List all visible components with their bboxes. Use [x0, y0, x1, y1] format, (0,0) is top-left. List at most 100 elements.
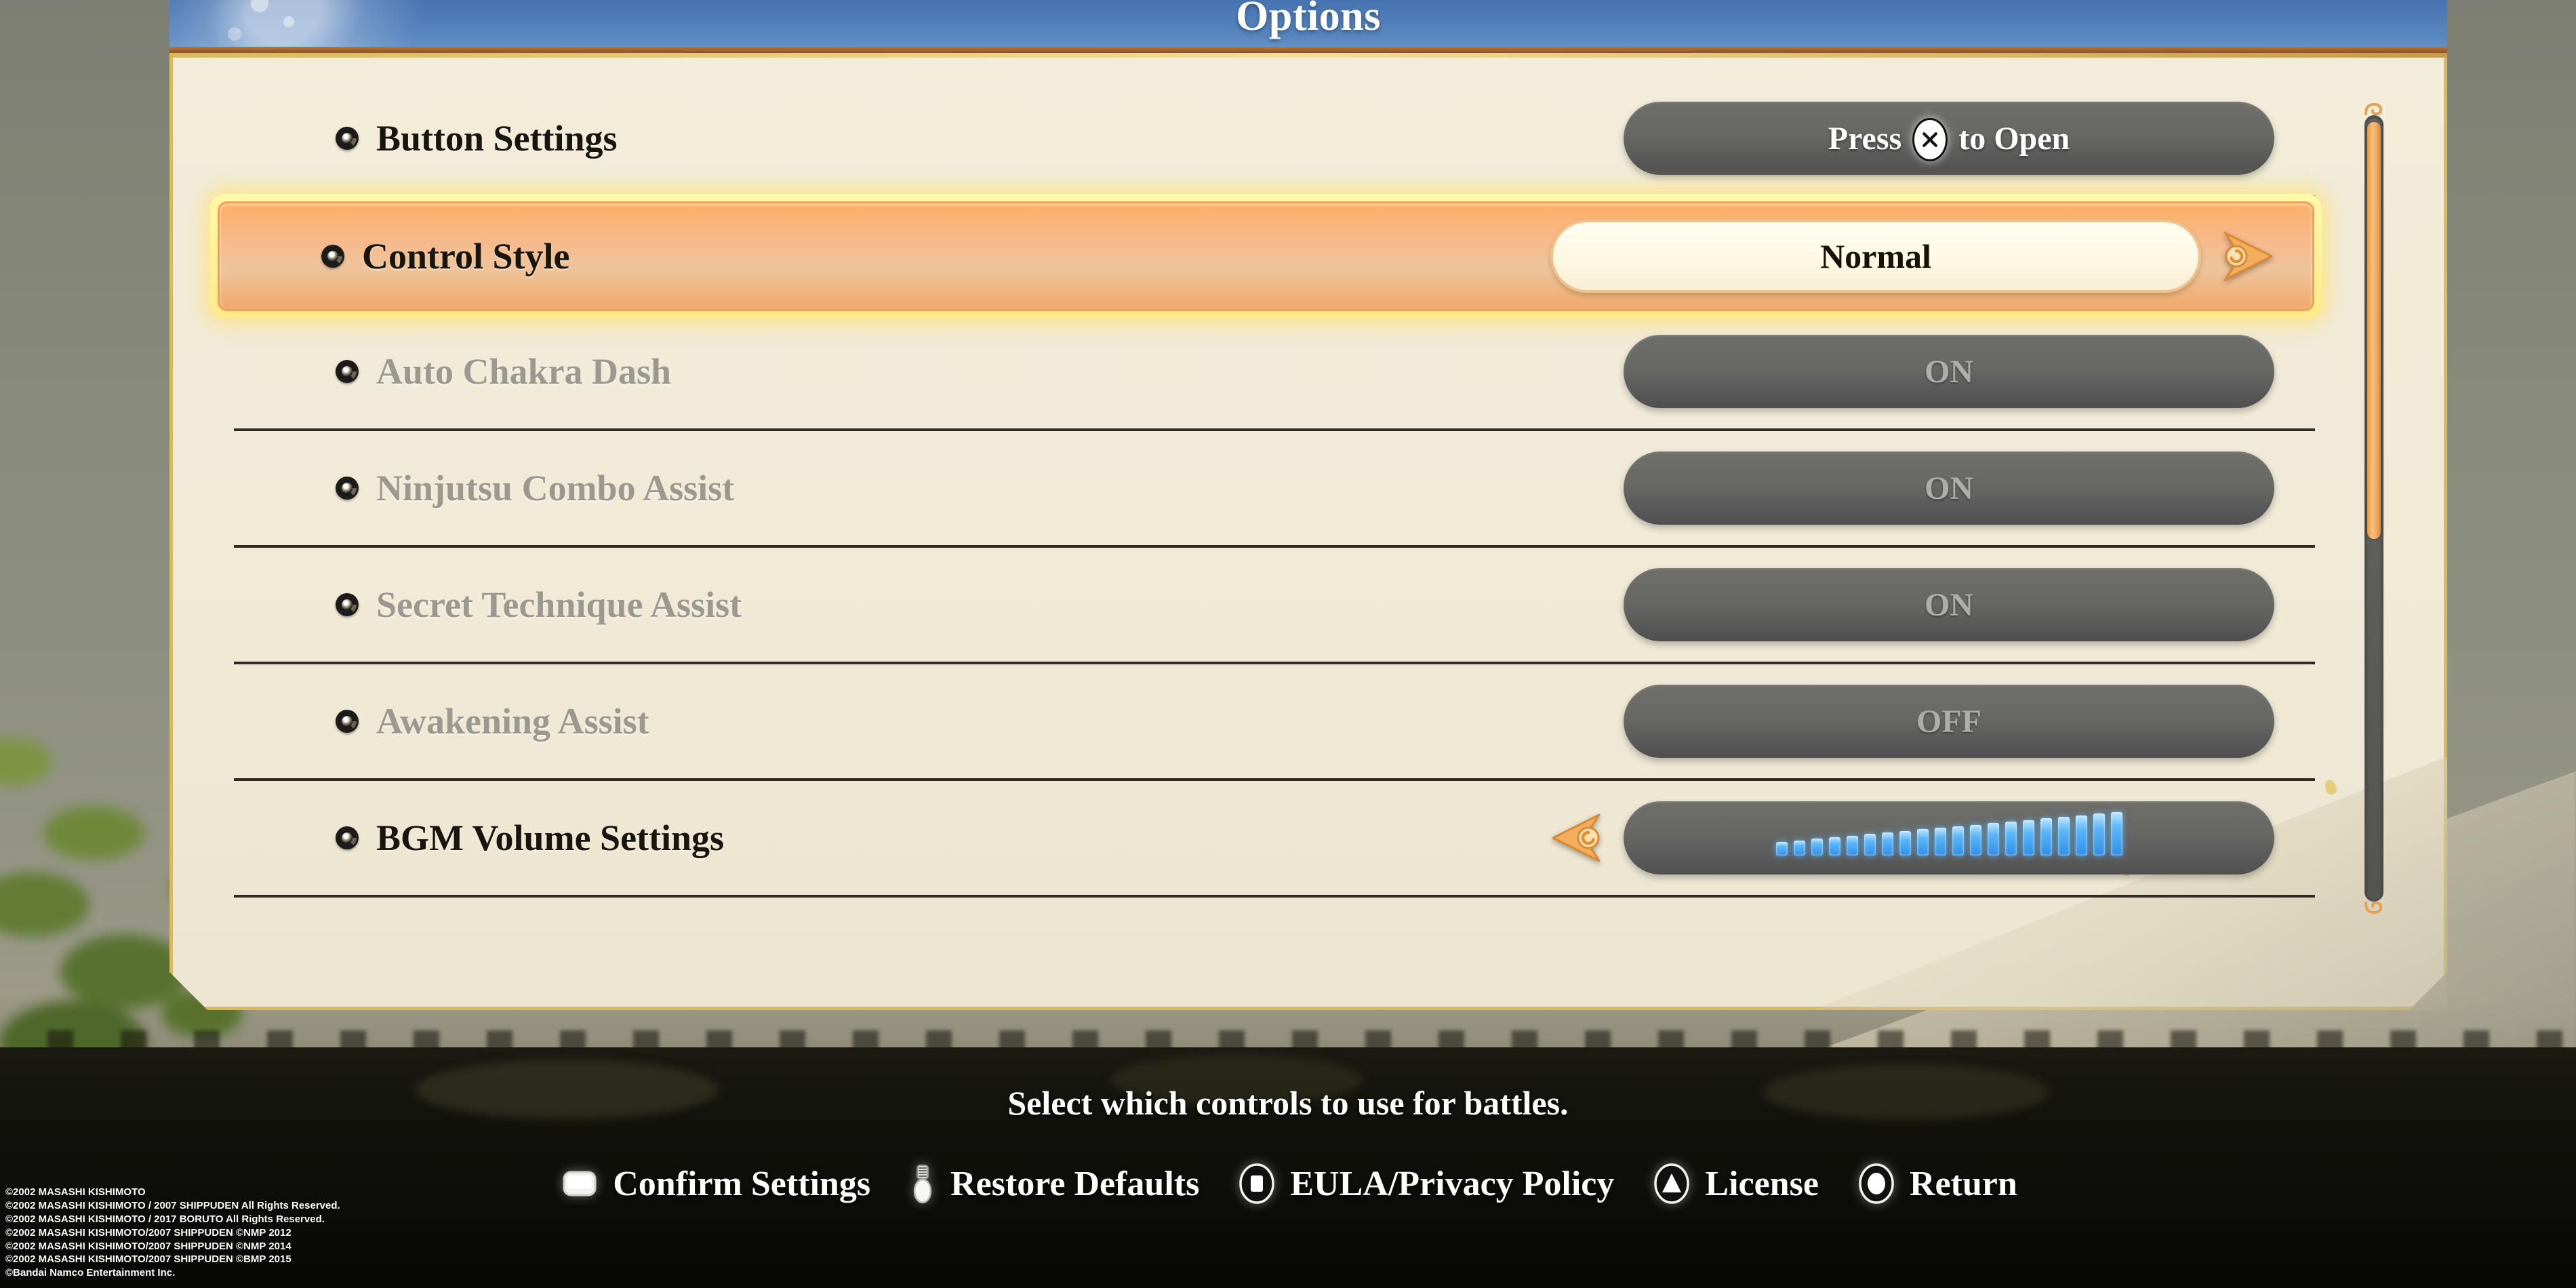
- option-label: Ninjutsu Combo Assist: [376, 468, 735, 508]
- volume-bar: [2005, 821, 2017, 856]
- shoulder-button-icon: [563, 1171, 597, 1196]
- volume-bar: [1793, 840, 1805, 856]
- option-label: Control Style: [362, 236, 570, 277]
- arrow-left-icon[interactable]: [1548, 807, 1606, 869]
- scrollbar[interactable]: [2360, 102, 2388, 914]
- copyright-line: ©2002 MASASHI KISHIMOTO/2007 SHIPPUDEN ©…: [5, 1226, 291, 1239]
- option-row-button-settings[interactable]: Button Settings Press to Open: [234, 81, 2315, 198]
- open-button-settings-button[interactable]: Press to Open: [1624, 102, 2274, 175]
- volume-bar: [1828, 837, 1840, 856]
- volume-bar: [1934, 828, 1946, 856]
- command-license[interactable]: License: [1651, 1163, 1819, 1205]
- option-label-group: Awakening Assist: [234, 700, 649, 742]
- spiral-bullet-icon: [336, 826, 359, 849]
- volume-bar: [1811, 839, 1823, 856]
- command-bar: Confirm Settings Restore Defaults EULA/P…: [0, 1163, 2576, 1205]
- copyright-line: ©2002 MASASHI KISHIMOTO / 2017 BORUTO Al…: [5, 1213, 325, 1226]
- square-button-icon: [1239, 1163, 1275, 1204]
- arrow-right-icon[interactable]: [2219, 225, 2277, 287]
- panel-title-bar: Options: [169, 0, 2447, 58]
- pill-label: Press to Open: [1828, 117, 2070, 161]
- volume-bar: [1987, 823, 1999, 856]
- volume-bar: [1916, 829, 1929, 856]
- auto-chakra-dash-toggle[interactable]: ON: [1624, 335, 2274, 408]
- option-label: Secret Technique Assist: [376, 584, 742, 625]
- volume-bar: [1899, 830, 1911, 856]
- command-restore-defaults[interactable]: Restore Defaults: [907, 1163, 1199, 1205]
- option-control[interactable]: OFF: [1624, 685, 2274, 758]
- selection-highlight: Control Style Normal: [210, 194, 2322, 319]
- command-return[interactable]: Return: [1855, 1163, 2017, 1205]
- command-confirm-settings[interactable]: Confirm Settings: [559, 1163, 870, 1205]
- command-eula-privacy-policy[interactable]: EULA/Privacy Policy: [1236, 1163, 1614, 1205]
- option-control[interactable]: [1548, 801, 2274, 874]
- ninjutsu-combo-assist-toggle[interactable]: ON: [1624, 451, 2274, 525]
- copyright-line: ©2002 MASASHI KISHIMOTO/2007 SHIPPUDEN ©…: [5, 1240, 291, 1252]
- volume-bar: [2110, 812, 2122, 856]
- triangle-button-icon: [1654, 1163, 1690, 1204]
- bgm-volume-slider[interactable]: [1624, 801, 2274, 874]
- volume-bar: [2093, 813, 2105, 856]
- copyright-line: ©2002 MASASHI KISHIMOTO: [5, 1186, 146, 1199]
- option-row-awakening-assist[interactable]: Awakening Assist OFF: [234, 664, 2315, 781]
- volume-bar: [1775, 842, 1788, 856]
- spiral-bullet-icon: [336, 127, 359, 150]
- command-label: Restore Defaults: [950, 1164, 1200, 1203]
- hint-text: Select which controls to use for battles…: [1007, 1084, 1569, 1122]
- cross-button-icon: [1912, 118, 1948, 161]
- volume-bar: [1864, 834, 1876, 856]
- press-prefix-text: Press: [1828, 120, 1902, 157]
- volume-bar: [1952, 826, 1964, 856]
- option-row-secret-technique-assist[interactable]: Secret Technique Assist ON: [234, 548, 2315, 664]
- options-list: Button Settings Press to Open Control St…: [210, 81, 2322, 898]
- awakening-assist-toggle[interactable]: OFF: [1624, 685, 2274, 758]
- circle-button-icon: [1859, 1163, 1894, 1204]
- volume-bar: [2022, 820, 2034, 856]
- option-control[interactable]: Normal: [1550, 220, 2277, 293]
- option-row-auto-chakra-dash[interactable]: Auto Chakra Dash ON: [234, 315, 2315, 431]
- option-label-group: Auto Chakra Dash: [234, 350, 671, 393]
- secret-technique-assist-toggle[interactable]: ON: [1624, 568, 2274, 641]
- volume-bar: [1846, 835, 1858, 856]
- volume-bar: [2057, 816, 2070, 856]
- option-row-ninjutsu-combo-assist[interactable]: Ninjutsu Combo Assist ON: [234, 431, 2315, 548]
- control-style-value-text: Normal: [1820, 237, 1931, 275]
- option-control[interactable]: ON: [1624, 335, 2274, 408]
- option-control[interactable]: ON: [1624, 568, 2274, 641]
- option-label-group: Ninjutsu Combo Assist: [234, 467, 734, 509]
- copyright-line: ©Bandai Namco Entertainment Inc.: [5, 1267, 176, 1279]
- option-label: Button Settings: [376, 118, 618, 159]
- option-label: Auto Chakra Dash: [376, 351, 672, 392]
- volume-bar: [1881, 832, 1893, 856]
- scroll-ornament-bottom-icon: [2362, 899, 2386, 917]
- scrollbar-thumb[interactable]: [2367, 122, 2381, 539]
- copyright-line: ©2002 MASASHI KISHIMOTO / 2007 SHIPPUDEN…: [5, 1200, 340, 1212]
- command-label: EULA/Privacy Policy: [1290, 1164, 1615, 1203]
- command-label: Confirm Settings: [613, 1164, 871, 1203]
- selection-content: Control Style Normal: [220, 203, 2312, 309]
- toggle-value-text: ON: [1925, 470, 1973, 506]
- page-title: Options: [1236, 0, 1381, 39]
- spiral-bullet-icon: [321, 245, 344, 268]
- toggle-value-text: ON: [1925, 586, 1973, 623]
- spiral-bullet-icon: [336, 360, 359, 383]
- press-suffix-text: to Open: [1958, 120, 2070, 157]
- analog-stick-icon: [913, 1165, 932, 1204]
- option-label: Awakening Assist: [376, 701, 649, 742]
- spiral-bullet-icon: [336, 710, 359, 733]
- command-label: Return: [1909, 1164, 2017, 1203]
- toggle-value-text: OFF: [1916, 703, 1981, 740]
- option-label-group: Button Settings: [234, 117, 618, 159]
- volume-bar: [1969, 824, 1981, 856]
- control-style-value[interactable]: Normal: [1550, 220, 2201, 293]
- copyright-line: ©2002 MASASHI KISHIMOTO/2007 SHIPPUDEN ©…: [5, 1253, 291, 1266]
- option-label-group: Control Style: [220, 235, 570, 277]
- option-control[interactable]: Press to Open: [1624, 102, 2274, 175]
- option-row-control-style[interactable]: Control Style Normal: [210, 194, 2322, 319]
- option-control[interactable]: ON: [1624, 451, 2274, 525]
- option-label: BGM Volume Settings: [376, 818, 725, 858]
- option-row-bgm-volume[interactable]: BGM Volume Settings: [234, 781, 2315, 898]
- volume-bar: [2040, 818, 2052, 856]
- volume-bar: [2075, 815, 2087, 856]
- option-label-group: Secret Technique Assist: [234, 584, 742, 626]
